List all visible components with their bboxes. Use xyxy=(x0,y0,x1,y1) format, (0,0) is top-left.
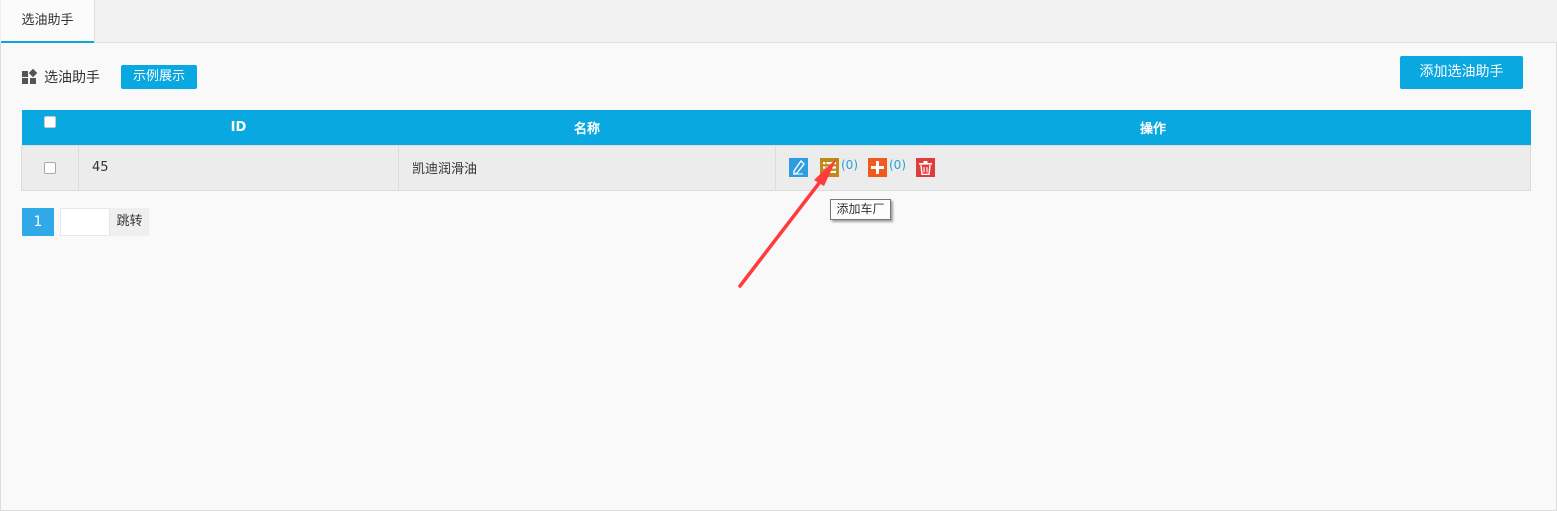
annotation-arrow-icon xyxy=(738,158,837,288)
